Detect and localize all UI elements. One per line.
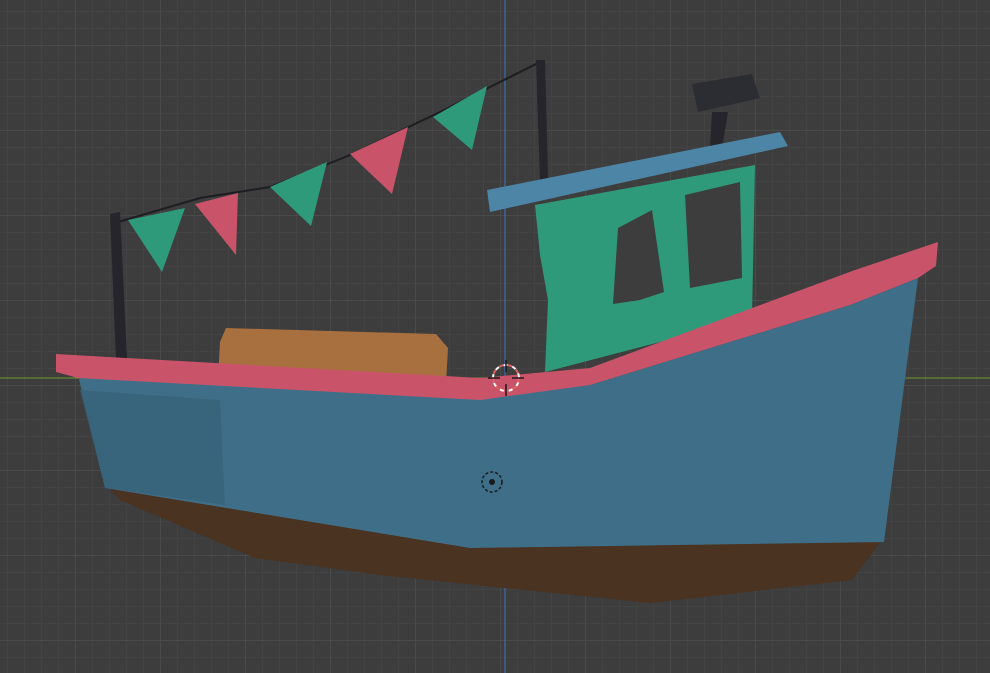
bunting-rope xyxy=(117,61,541,223)
hull-shade xyxy=(80,390,225,505)
bunting-flag xyxy=(350,127,408,194)
bunting-flag xyxy=(195,193,238,255)
boat-model[interactable] xyxy=(56,60,938,603)
roof-antenna-post xyxy=(710,112,728,148)
aft-mast xyxy=(110,212,127,360)
bow-mast xyxy=(536,60,548,180)
viewport-canvas[interactable] xyxy=(0,0,990,673)
3d-viewport[interactable] xyxy=(0,0,990,673)
wheelhouse-window xyxy=(685,182,742,288)
bunting-flag xyxy=(433,86,487,150)
bunting-flag xyxy=(270,162,327,226)
roof-lamp xyxy=(692,74,760,112)
